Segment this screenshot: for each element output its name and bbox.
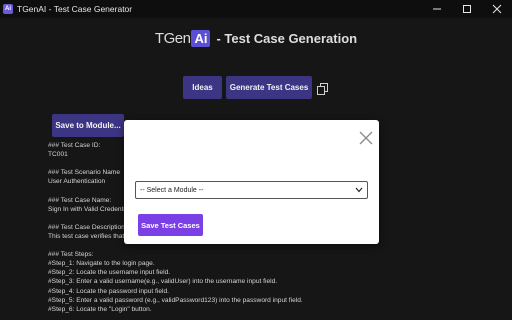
window-controls xyxy=(422,0,512,18)
module-select-value: -- Select a Module -- xyxy=(140,186,204,194)
close-icon xyxy=(492,4,502,14)
modal-close-button[interactable] xyxy=(359,131,373,145)
close-button[interactable] xyxy=(482,0,512,18)
minimize-icon xyxy=(433,8,441,10)
window-title: TGenAI - Test Case Generator xyxy=(17,4,133,14)
save-test-cases-button[interactable]: Save Test Cases xyxy=(138,214,203,236)
save-module-dialog: -- Select a Module -- Save Test Cases xyxy=(124,120,379,244)
chevron-down-icon xyxy=(355,187,363,193)
app-icon: Ai xyxy=(3,4,13,14)
minimize-button[interactable] xyxy=(422,0,452,18)
maximize-button[interactable] xyxy=(452,0,482,18)
maximize-icon xyxy=(463,5,471,13)
title-bar: Ai TGenAI - Test Case Generator xyxy=(0,0,512,18)
module-select[interactable]: -- Select a Module -- xyxy=(135,181,368,199)
modal-close-icon xyxy=(359,131,373,145)
